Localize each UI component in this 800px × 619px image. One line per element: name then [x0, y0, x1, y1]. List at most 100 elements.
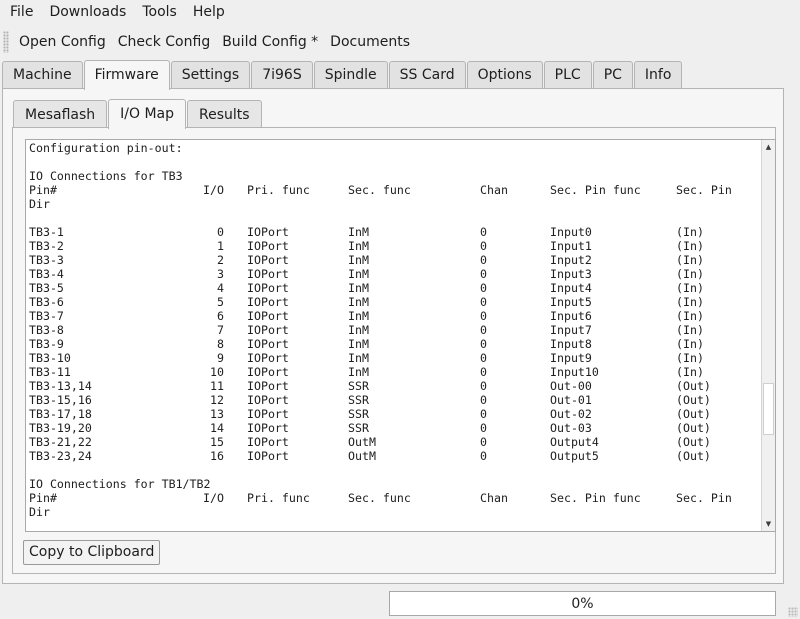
table-row: TB3-11 10 IOPort InM 0 Input10 (In) — [29, 365, 761, 379]
firmware-panel: Mesaflash I/O Map Results Configuration … — [2, 88, 784, 584]
tab-7i96s[interactable]: 7i96S — [251, 61, 313, 89]
pin-cell: TB3-2 — [29, 239, 64, 253]
triangle-down-icon[interactable]: ▼ — [762, 517, 775, 531]
chan-cell: 0 — [480, 351, 487, 365]
sec-func-cell: SSR — [348, 379, 369, 393]
io-cell: 9 — [217, 351, 224, 365]
pin-cell: TB3-7 — [29, 309, 64, 323]
vertical-scrollbar[interactable]: ▲ ▼ — [761, 140, 775, 531]
sec-pin-func-cell: Input8 — [550, 337, 592, 351]
tab-results[interactable]: Results — [187, 100, 262, 128]
table-row: TB3-17,18 13 IOPort SSR 0 Out-02 (Out) — [29, 407, 761, 421]
sec-func-cell: InM — [348, 295, 369, 309]
pin-cell: TB3-11 — [29, 365, 71, 379]
sec-pin-func-cell: Input10 — [550, 365, 599, 379]
io-cell: 8 — [217, 337, 224, 351]
section-heading: IO Connections for TB1/TB2 — [29, 477, 211, 491]
sec-func-cell: InM — [348, 267, 369, 281]
chan-cell: 0 — [480, 435, 487, 449]
tab-mesaflash[interactable]: Mesaflash — [13, 100, 108, 128]
column-header: Sec. func — [348, 183, 411, 197]
sec-pin-func-cell: Out-03 — [550, 421, 592, 435]
tab-machine[interactable]: Machine — [2, 61, 83, 89]
toolbar-grip-icon[interactable] — [3, 31, 9, 53]
tab-io-map[interactable]: I/O Map — [108, 99, 187, 129]
tab-options[interactable]: Options — [466, 61, 543, 89]
column-header-dir: Dir — [29, 505, 50, 519]
sec-func-cell: InM — [348, 253, 369, 267]
tab-info[interactable]: Info — [633, 61, 683, 89]
table-row: TB3-19,20 14 IOPort SSR 0 Out-03 (Out) — [29, 421, 761, 435]
tab-ss-card[interactable]: SS Card — [388, 61, 466, 89]
progress-label: 0% — [571, 595, 594, 612]
column-header: Sec. func — [348, 491, 411, 505]
pin-cell: TB3-17,18 — [29, 407, 92, 421]
menu-help[interactable]: Help — [185, 0, 233, 24]
documents-button[interactable]: Documents — [324, 27, 416, 57]
pin-cell: TB3-21,22 — [29, 435, 92, 449]
pri-func-cell: IOPort — [247, 253, 289, 267]
triangle-up-icon[interactable]: ▲ — [762, 140, 775, 154]
io-map-text: Configuration pin-out: IO Connections for… — [29, 141, 761, 519]
copy-to-clipboard-button[interactable]: Copy to Clipboard — [23, 540, 161, 565]
build-config-button[interactable]: Build Config * — [216, 27, 324, 57]
menu-downloads[interactable]: Downloads — [41, 0, 134, 24]
chan-cell: 0 — [480, 421, 487, 435]
tab-pc[interactable]: PC — [592, 61, 633, 89]
table-row: TB3-5 4 IOPort InM 0 Input4 (In) — [29, 281, 761, 295]
pri-func-cell: IOPort — [247, 337, 289, 351]
sec-pin-func-cell: Input3 — [550, 267, 592, 281]
section-heading: IO Connections for TB3 — [29, 169, 183, 183]
tab-plc[interactable]: PLC — [543, 61, 592, 89]
scroll-thumb[interactable] — [763, 383, 774, 435]
menu-tools[interactable]: Tools — [134, 0, 185, 24]
tab-spindle[interactable]: Spindle — [313, 61, 388, 89]
sec-pin-func-cell: Input1 — [550, 239, 592, 253]
sec-pin-dir-cell: (In) — [676, 295, 704, 309]
chan-cell: 0 — [480, 393, 487, 407]
menu-file[interactable]: File — [2, 0, 41, 24]
sec-func-cell: SSR — [348, 407, 369, 421]
sec-pin-func-cell: Out-01 — [550, 393, 592, 407]
tab-settings[interactable]: Settings — [170, 61, 251, 89]
io-cell: 11 — [210, 379, 224, 393]
pri-func-cell: IOPort — [247, 449, 289, 463]
open-config-button[interactable]: Open Config — [13, 27, 112, 57]
column-header: Pri. func — [247, 183, 310, 197]
sec-pin-dir-cell: (Out) — [676, 393, 711, 407]
sec-pin-func-cell: Out-00 — [550, 379, 592, 393]
sec-pin-dir-cell: (In) — [676, 309, 704, 323]
chan-cell: 0 — [480, 267, 487, 281]
io-cell: 5 — [217, 295, 224, 309]
check-config-button[interactable]: Check Config — [112, 27, 216, 57]
pin-cell: TB3-5 — [29, 281, 64, 295]
pin-cell: TB3-3 — [29, 253, 64, 267]
sec-pin-func-cell: Input4 — [550, 281, 592, 295]
sec-func-cell: OutM — [348, 435, 376, 449]
column-header: Sec. Pin — [676, 183, 732, 197]
column-header-row: Pin# I/O Pri. func Sec. func Chan Sec. Pin fu… — [29, 491, 761, 505]
chan-cell: 0 — [480, 365, 487, 379]
io-map-textbox[interactable]: Configuration pin-out: IO Connections for… — [25, 139, 776, 532]
table-row: TB3-6 5 IOPort InM 0 Input5 (In) — [29, 295, 761, 309]
sec-pin-dir-cell: (In) — [676, 365, 704, 379]
sec-pin-dir-cell: (In) — [676, 225, 704, 239]
pin-cell: TB3-4 — [29, 267, 64, 281]
pin-cell: TB3-9 — [29, 337, 64, 351]
table-row: TB3-1 0 IOPort InM 0 Input0 (In) — [29, 225, 761, 239]
firmware-subtabbar: Mesaflash I/O Map Results — [13, 99, 263, 129]
sec-pin-func-cell: Input5 — [550, 295, 592, 309]
sec-func-cell: InM — [348, 309, 369, 323]
tab-firmware[interactable]: Firmware — [83, 60, 170, 90]
sec-pin-func-cell: Out-02 — [550, 407, 592, 421]
resize-grip-icon[interactable] — [788, 607, 798, 617]
io-cell: 7 — [217, 323, 224, 337]
